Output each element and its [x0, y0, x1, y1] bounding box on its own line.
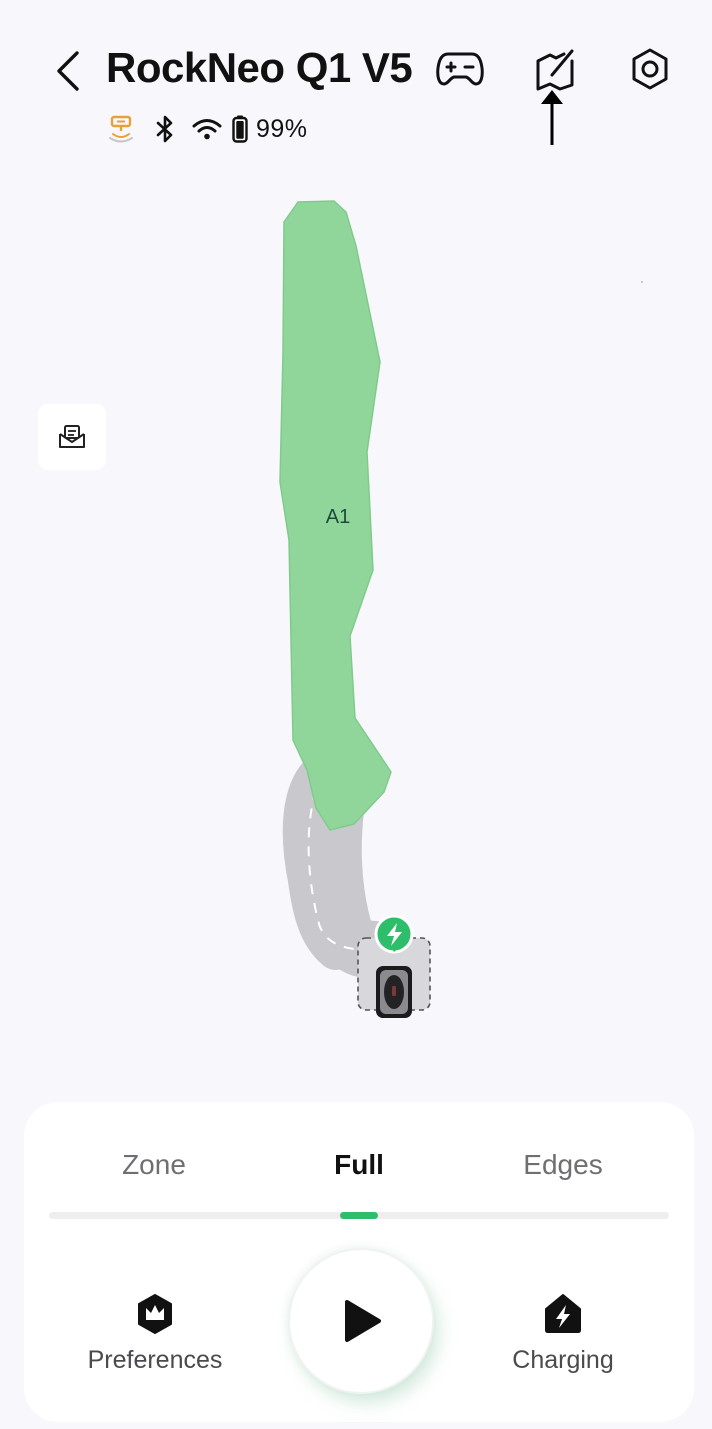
- arrow-up-icon: [541, 90, 563, 145]
- wifi-icon: [188, 112, 226, 146]
- map-edit-button[interactable]: [530, 44, 580, 94]
- remote-control-button[interactable]: [434, 46, 486, 92]
- base-station-icon: [104, 112, 138, 146]
- messages-button[interactable]: [38, 404, 106, 470]
- map-edit-icon: [536, 49, 574, 91]
- mail-icon: [59, 425, 85, 448]
- gamepad-icon: [436, 52, 484, 86]
- mower-home-screen: RockNeo Q1 V5 99% A1 Zone Full Edges Pre…: [0, 0, 712, 1429]
- zone-label: A1: [326, 506, 350, 528]
- settings-button[interactable]: [626, 44, 674, 94]
- back-button[interactable]: [46, 46, 90, 96]
- device-status-row: 99%: [104, 112, 308, 146]
- play-icon: [345, 1300, 381, 1342]
- tab-zone[interactable]: Zone: [64, 1140, 244, 1190]
- crown-icon: [138, 1294, 172, 1334]
- top-bar: RockNeo Q1 V5 99%: [0, 0, 712, 160]
- start-mowing-button[interactable]: [290, 1250, 432, 1392]
- map-view[interactable]: A1: [0, 160, 712, 1090]
- preferences-label: Preferences: [87, 1346, 223, 1374]
- tab-indicator: [340, 1212, 378, 1219]
- battery-icon: [228, 112, 252, 146]
- battery-level: 99%: [256, 114, 308, 143]
- device-title: RockNeo Q1 V5: [106, 44, 413, 91]
- return-to-charge-button[interactable]: Charging: [473, 1292, 653, 1392]
- bluetooth-icon: [146, 112, 184, 146]
- preferences-button[interactable]: Preferences: [65, 1292, 245, 1392]
- control-panel: Zone Full Edges Preferences Charging: [24, 1102, 694, 1422]
- tab-full[interactable]: Full: [269, 1140, 449, 1190]
- charging-house-icon: [545, 1294, 581, 1333]
- mode-tabs: Zone Full Edges: [24, 1140, 694, 1190]
- tab-edges[interactable]: Edges: [473, 1140, 653, 1190]
- charging-label: Charging: [512, 1346, 614, 1374]
- gear-icon: [632, 48, 668, 90]
- chevron-left-icon: [57, 51, 79, 91]
